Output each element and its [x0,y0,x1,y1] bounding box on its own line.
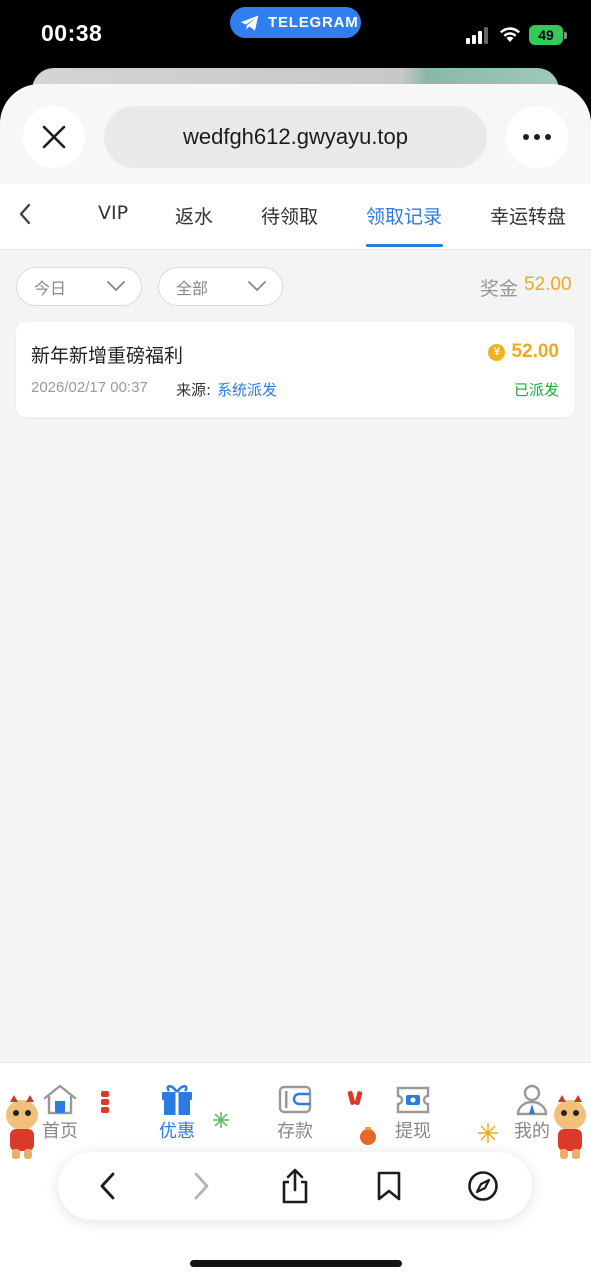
chevron-down-icon [107,281,125,291]
close-button[interactable] [23,106,85,168]
firecracker-icon [101,1091,109,1113]
telegram-return-pill[interactable]: TELEGRAM [230,7,361,38]
nav-deposit-label: 存款 [277,1121,313,1142]
browser-header: wedfgh612.gwyayu.top [0,84,591,184]
nav-promotions[interactable]: 优惠 [147,1083,207,1143]
nav-withdraw[interactable]: 提现 [383,1083,443,1143]
nav-withdraw-label: 提现 [395,1121,431,1142]
home-indicator [190,1260,402,1267]
record-amount: ¥ 52.00 [488,341,559,363]
withdraw-icon [396,1086,430,1114]
open-in-safari-button[interactable] [465,1168,501,1204]
telegram-icon [240,15,259,30]
horse-mascot-icon [554,1095,586,1159]
chevron-right-icon [194,1172,209,1200]
firecracker-bundle-icon [347,1090,363,1106]
bookmark-icon [377,1171,401,1201]
more-dot-icon [545,134,551,140]
browser-forward-button[interactable] [183,1168,219,1204]
telegram-label: TELEGRAM [268,14,359,31]
nav-home-label: 首页 [42,1121,78,1142]
bonus-total-label: 奖金 [480,278,519,300]
date-filter-dropdown[interactable]: 今日 [16,267,142,306]
compass-icon [468,1171,498,1201]
record-date: 2026/02/17 00:37 [31,379,148,396]
browser-sheet: wedfgh612.gwyayu.top VIP 返水 待领取 领取记录 幸运转… [0,84,591,1280]
share-icon [282,1168,308,1204]
more-dot-icon [523,134,529,140]
browser-back-button[interactable] [90,1168,126,1204]
battery-indicator: 49 [529,25,567,45]
date-filter-value: 今日 [34,278,67,298]
home-icon [43,1084,77,1115]
tab-vip[interactable]: VIP [98,202,128,224]
wifi-icon [500,27,520,42]
battery-level: 49 [529,25,563,45]
browser-toolbar [58,1152,532,1220]
record-source-value: 系统派发 [217,381,278,399]
firework-icon [213,1112,229,1128]
nav-home[interactable]: 首页 [30,1083,90,1143]
tab-pending[interactable]: 待领取 [261,202,318,229]
cellular-signal-icon [466,27,488,44]
bookmarks-button[interactable] [371,1168,407,1204]
tab-claim-records[interactable]: 领取记录 [366,202,442,229]
status-bar: 00:38 TELEGRAM 49 [0,0,591,70]
wallet-icon [278,1085,312,1114]
promo-tabs: VIP 返水 待领取 领取记录 幸运转盘 [0,184,591,250]
coin-icon: ¥ [488,343,506,361]
bonus-total-value: 52.00 [524,274,572,295]
type-filter-dropdown[interactable]: 全部 [158,267,283,306]
chevron-left-icon [100,1172,115,1200]
url-text: wedfgh612.gwyayu.top [182,124,409,149]
status-time: 00:38 [41,20,103,46]
active-tab-indicator [366,244,443,247]
record-amount-value: 52.00 [511,341,559,362]
nav-promotions-label: 优惠 [159,1121,195,1142]
more-dot-icon [534,134,540,140]
nav-profile-label: 我的 [514,1121,550,1142]
close-icon [42,125,66,149]
share-button[interactable] [277,1168,313,1204]
record-status: 已派发 [513,381,559,399]
gift-icon [162,1085,192,1115]
chevron-down-icon [248,281,266,291]
url-bar[interactable]: wedfgh612.gwyayu.top [104,106,487,168]
user-icon [516,1084,548,1116]
battery-cap [564,32,567,39]
firework-burst-icon [478,1123,498,1143]
record-title: 新年新增重磅福利 [31,345,184,367]
tab-lucky-wheel[interactable]: 幸运转盘 [490,202,566,229]
back-arrow-icon[interactable] [14,202,38,226]
record-source-label: 来源: [176,381,212,399]
type-filter-value: 全部 [176,278,209,298]
more-button[interactable] [506,106,568,168]
nav-deposit[interactable]: 存款 [265,1083,325,1143]
tab-rebate[interactable]: 返水 [175,202,213,229]
lantern-icon [360,1127,376,1145]
record-card: 新年新增重磅福利 ¥ 52.00 2026/02/17 00:37 来源: 系统… [16,322,575,417]
